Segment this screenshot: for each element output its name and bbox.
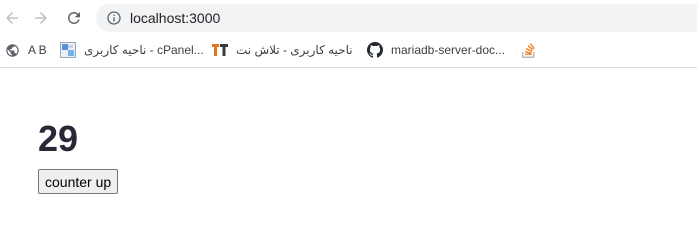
forward-button[interactable]	[29, 6, 53, 30]
bookmark-label: ناحیه کاربری - تلاش نت	[236, 43, 353, 57]
bookmark-label: A B	[28, 43, 47, 57]
cpanel-icon	[60, 42, 76, 58]
page-content: 29 counter up	[0, 68, 697, 246]
counter-up-button[interactable]: counter up	[38, 169, 119, 194]
reload-button[interactable]	[62, 6, 86, 30]
bookmark-a-b[interactable]: A B	[4, 42, 47, 58]
url-text: localhost:3000	[130, 10, 221, 26]
bookmark-stackoverflow[interactable]	[521, 42, 545, 58]
counter-value: 29	[38, 118, 79, 159]
stackoverflow-icon	[521, 42, 537, 58]
bookmark-mariadb[interactable]: mariadb-server-doc...	[367, 42, 505, 58]
bookmark-label: mariadb-server-doc...	[391, 43, 506, 57]
bookmark-talashnet[interactable]: ناحیه کاربری - تلاش نت	[212, 42, 353, 58]
bookmark-cpanel[interactable]: ناحیه کاربری - cPanel...	[60, 42, 204, 58]
globe-icon	[4, 42, 20, 58]
bookmarks-bar: A B ناحیه کاربری - cPanel... ناحیه کاربر…	[0, 36, 697, 64]
info-icon[interactable]	[106, 10, 122, 26]
browser-toolbar: localhost:3000	[0, 0, 697, 36]
address-bar[interactable]: localhost:3000	[96, 4, 697, 32]
back-arrow-icon	[6, 12, 18, 24]
forward-arrow-icon	[35, 12, 47, 24]
github-icon	[367, 42, 383, 58]
back-button[interactable]	[0, 6, 24, 30]
reload-icon	[67, 11, 80, 24]
tt-icon	[212, 42, 228, 58]
bookmark-label: ناحیه کاربری - cPanel...	[84, 43, 204, 57]
